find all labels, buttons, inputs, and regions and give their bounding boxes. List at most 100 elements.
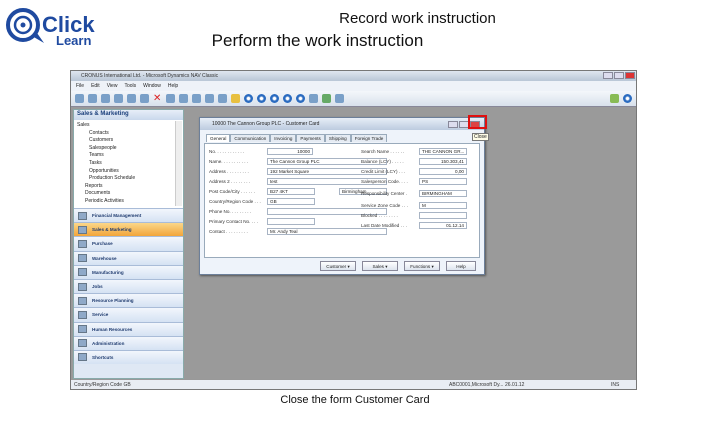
sort-icon[interactable]: [205, 94, 214, 103]
tree-item-contacts[interactable]: Contacts: [77, 130, 180, 138]
field-value[interactable]: PS: [419, 178, 467, 185]
nav-button-purchase[interactable]: Purchase: [74, 236, 183, 251]
help-button[interactable]: Help: [446, 261, 476, 271]
nav-button-resource-planning[interactable]: Resource Planning: [74, 293, 183, 308]
tree-item-tasks[interactable]: Tasks: [77, 160, 180, 168]
field-label: Country/Region Code . . .: [209, 199, 261, 204]
lookup-icon[interactable]: [231, 94, 240, 103]
field-value[interactable]: M: [419, 202, 467, 209]
cut-icon[interactable]: [101, 94, 110, 103]
tree-item-sales[interactable]: Sales: [77, 122, 180, 130]
tree-item-production-schedule[interactable]: Production Schedule: [77, 175, 180, 183]
field-label: Search Name . . . . . .: [361, 149, 405, 154]
delete-icon[interactable]: ✕: [153, 94, 162, 104]
customer-card-window: 10000 The Cannon Group PLC - Customer Ca…: [199, 117, 485, 275]
app-close-button[interactable]: [625, 72, 635, 79]
nav-button-sales-marketing[interactable]: Sales & Marketing: [74, 222, 183, 237]
field-value[interactable]: [419, 212, 467, 219]
functions-menu-button[interactable]: Functions ▾: [404, 261, 440, 271]
card-minimize-button[interactable]: [448, 121, 458, 128]
navigate-icon[interactable]: [296, 94, 305, 103]
tree-scrollbar[interactable]: [175, 121, 182, 206]
tab-shipping[interactable]: Shipping: [324, 134, 351, 142]
filter-icon[interactable]: [179, 94, 188, 103]
tab-foreign-trade[interactable]: Foreign Trade: [350, 134, 388, 142]
nav-button-label: Sales & Marketing: [92, 227, 132, 233]
field-value[interactable]: 0,00: [419, 168, 467, 175]
nav-button-manufacturing[interactable]: Manufacturing: [74, 264, 183, 279]
field-value[interactable]: [267, 218, 315, 225]
nav-button-human-resources[interactable]: Human Resources: [74, 321, 183, 336]
find-icon[interactable]: [166, 94, 175, 103]
last-record-icon[interactable]: [283, 94, 292, 103]
menu-help[interactable]: Help: [168, 83, 178, 91]
tree-item-customers[interactable]: Customers: [77, 137, 180, 145]
field-label: Balance (LCY) . . . . .: [361, 159, 404, 164]
nav-button-label: Human Resources: [92, 326, 133, 332]
design-icon[interactable]: [309, 94, 318, 103]
instruction-caption: Close the form Customer Card: [280, 394, 430, 406]
menu-edit[interactable]: Edit: [91, 83, 100, 91]
menu-view[interactable]: View: [107, 83, 118, 91]
menu-window[interactable]: Window: [143, 83, 161, 91]
copy-icon[interactable]: [114, 94, 123, 103]
nav-button-jobs[interactable]: Jobs: [74, 278, 183, 294]
field-label: Name. . . . . . . . . . .: [209, 159, 249, 164]
chart-icon[interactable]: [610, 94, 619, 103]
nav-button-warehouse[interactable]: Warehouse: [74, 250, 183, 265]
nav-button-label: Shortcuts: [92, 354, 114, 360]
tab-invoicing[interactable]: Invoicing: [270, 134, 297, 142]
field-value[interactable]: THE CANNON GR...: [419, 148, 467, 155]
print-icon[interactable]: [75, 94, 84, 103]
tab-communication[interactable]: Communication: [230, 134, 271, 142]
paste-icon[interactable]: [127, 94, 136, 103]
run-icon[interactable]: [322, 94, 331, 103]
page-title: Record work instruction: [339, 10, 496, 27]
tree-item-salespeople[interactable]: Salespeople: [77, 145, 180, 153]
preview-icon[interactable]: [88, 94, 97, 103]
menu-file[interactable]: File: [76, 83, 84, 91]
insert-icon[interactable]: [140, 94, 149, 103]
field-value[interactable]: BIRMINGHAM: [419, 190, 467, 197]
field-value[interactable]: GB: [267, 198, 315, 205]
field-label: Primary Contact No. . . .: [209, 219, 259, 224]
help-icon[interactable]: [623, 94, 632, 103]
field-label: Salesperson Code. . . .: [361, 179, 408, 184]
tree-item-periodic-activities[interactable]: Periodic Activities: [77, 198, 180, 206]
tree-item-teams[interactable]: Teams: [77, 152, 180, 160]
tab-payments[interactable]: Payments: [296, 134, 325, 142]
menu-tools[interactable]: Tools: [124, 83, 136, 91]
flowfilter-icon[interactable]: [192, 94, 201, 103]
next-record-icon[interactable]: [270, 94, 279, 103]
tree-item-documents[interactable]: Documents: [77, 190, 180, 198]
object-designer-icon[interactable]: [335, 94, 344, 103]
customer-menu-button[interactable]: Customer ▾: [320, 261, 356, 271]
minimize-button[interactable]: [603, 72, 613, 79]
tree-item-reports[interactable]: Reports: [77, 183, 180, 191]
manufacturing-icon: [78, 268, 87, 277]
field-label: Blocked . . . . . . . .: [361, 213, 398, 218]
nav-button-financial-management[interactable]: Financial Management: [74, 208, 183, 223]
field-value[interactable]: 150.303,41: [419, 158, 467, 165]
field-value[interactable]: 01.12.14: [419, 222, 467, 229]
general-panel: No. . . . . . . . . . . . 10000 Name. . . …: [204, 143, 480, 258]
card-titlebar: 10000 The Cannon Group PLC - Customer Ca…: [200, 118, 484, 130]
close-button-highlight[interactable]: [468, 115, 487, 129]
nav-button-label: Financial Management: [92, 213, 142, 219]
shortcut-icon: [78, 353, 87, 362]
maximize-button[interactable]: [614, 72, 624, 79]
tab-general[interactable]: General: [206, 134, 231, 142]
nav-button-service[interactable]: Service: [74, 307, 183, 322]
nav-button-administration[interactable]: Administration: [74, 335, 183, 350]
sales-menu-button[interactable]: Sales ▾: [362, 261, 398, 271]
tree-item-opportunities[interactable]: Opportunities: [77, 168, 180, 176]
field-value[interactable]: B27 4KT: [267, 188, 315, 195]
app-titlebar: CRONUS International Ltd. - Microsoft Dy…: [71, 71, 636, 81]
list-icon[interactable]: [218, 94, 227, 103]
first-record-icon[interactable]: [244, 94, 253, 103]
field-value[interactable]: Mr. Andy Teal: [267, 228, 387, 235]
nav-button-shortcuts[interactable]: Shortcuts: [74, 349, 183, 365]
field-value[interactable]: 10000: [267, 148, 313, 155]
previous-record-icon[interactable]: [257, 94, 266, 103]
nav-pane-title: Sales & Marketing: [74, 110, 183, 120]
